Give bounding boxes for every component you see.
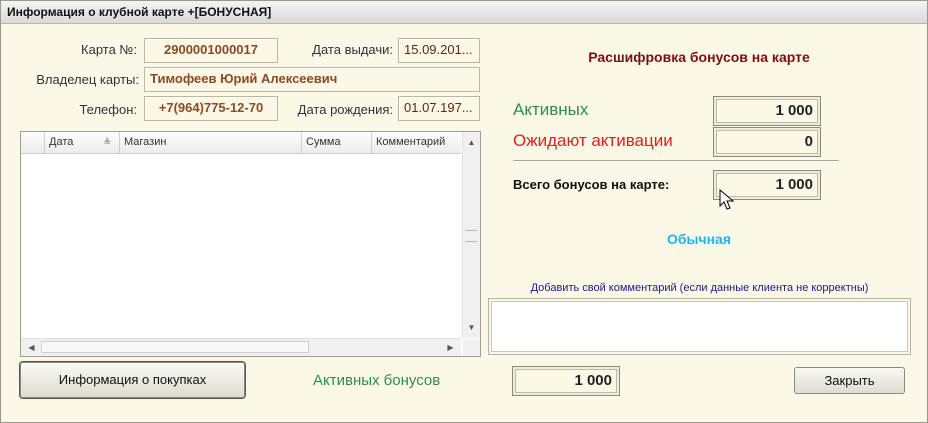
scrollbar-corner <box>463 339 480 356</box>
column-header-sum[interactable]: Сумма <box>302 132 372 153</box>
purchases-table[interactable]: Дата ≜ Магазин Сумма Комментарий ▲ ▼ ◀ ▶ <box>20 131 481 357</box>
column-header-store[interactable]: Магазин <box>120 132 302 153</box>
card-number-field[interactable]: 2900001000017 <box>144 38 278 63</box>
active-bonuses-field[interactable]: 1 000 <box>713 96 821 126</box>
comment-label: Добавить свой комментарий (если данные к… <box>530 282 869 294</box>
title-bar: Информация о клубной карте +[БОНУСНАЯ] <box>1 1 927 24</box>
issue-date-field[interactable]: 15.09.201... <box>398 38 480 63</box>
birth-date-field[interactable]: 01.07.197... <box>398 96 480 121</box>
owner-label: Владелец карты: <box>36 72 139 87</box>
scroll-left-arrow-icon[interactable]: ◀ <box>24 340 39 355</box>
bonus-breakdown-heading: Расшифровка бонусов на карте <box>588 49 810 65</box>
scroll-up-arrow-icon[interactable]: ▲ <box>464 135 479 150</box>
horizontal-scrollbar[interactable]: ◀ ▶ <box>21 338 461 356</box>
vertical-scrollbar[interactable]: ▲ ▼ <box>462 132 480 338</box>
bonus-divider <box>513 160 839 162</box>
close-button[interactable]: Закрыть <box>794 367 905 394</box>
comment-input[interactable] <box>491 301 908 352</box>
issue-date-label: Дата выдачи: <box>312 42 393 57</box>
row-marker-column <box>21 132 45 153</box>
footer-active-bonuses-label: Активных бонусов <box>313 372 441 389</box>
table-header: Дата ≜ Магазин Сумма Комментарий <box>21 132 461 154</box>
pending-bonuses-field[interactable]: 0 <box>713 127 821 157</box>
mouse-cursor-icon <box>719 188 735 211</box>
pending-bonuses-label: Ожидают активации <box>513 131 673 150</box>
column-header-comment[interactable]: Комментарий <box>372 132 461 153</box>
owner-field[interactable]: Тимофеев Юрий Алексеевич <box>144 67 480 92</box>
window-title: Информация о клубной карте +[БОНУСНАЯ] <box>7 5 272 19</box>
sort-icon: ≜ <box>103 137 111 147</box>
card-type-label: Обычная <box>666 231 732 247</box>
column-header-date[interactable]: Дата ≜ <box>45 132 120 153</box>
horizontal-scroll-thumb[interactable] <box>41 341 309 353</box>
phone-field[interactable]: +7(964)775-12-70 <box>144 96 278 121</box>
phone-label: Телефон: <box>79 102 137 117</box>
card-number-label: Карта №: <box>81 42 137 57</box>
purchases-info-button[interactable]: Информация о покупках <box>20 362 245 398</box>
total-bonuses-label: Всего бонусов на карте: <box>513 177 670 192</box>
scroll-down-arrow-icon[interactable]: ▼ <box>464 320 479 335</box>
active-bonuses-label: Активных <box>513 100 589 119</box>
vertical-scroll-thumb[interactable] <box>465 230 477 242</box>
club-card-window: Информация о клубной карте +[БОНУСНАЯ] К… <box>0 0 928 423</box>
footer-active-bonuses-field[interactable]: 1 000 <box>512 366 620 396</box>
scroll-right-arrow-icon[interactable]: ▶ <box>443 340 458 355</box>
column-header-date-label: Дата <box>49 136 74 148</box>
comment-box <box>488 298 911 355</box>
birth-date-label: Дата рождения: <box>297 102 393 117</box>
